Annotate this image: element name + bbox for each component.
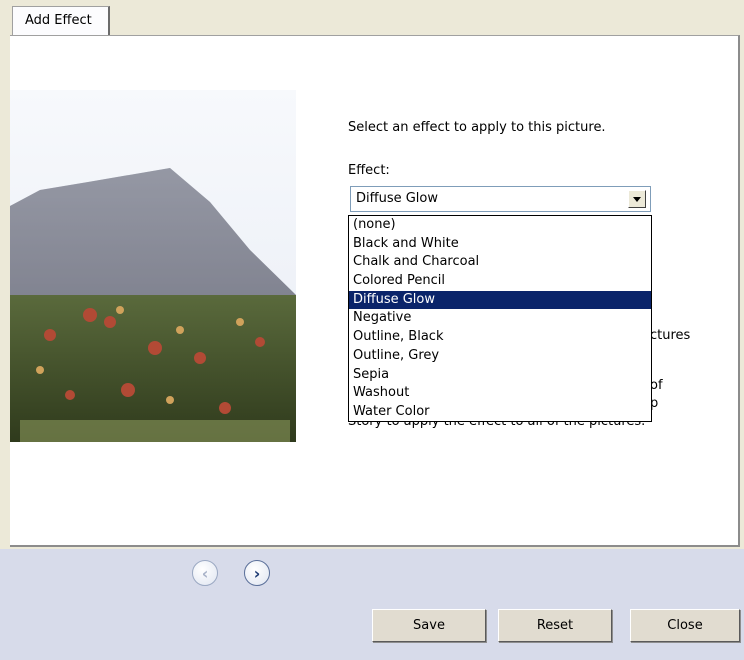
dropdown-option[interactable]: Chalk and Charcoal (349, 253, 651, 272)
partial-description-text: ctures (650, 328, 691, 343)
dropdown-option[interactable]: Black and White (349, 235, 651, 254)
dropdown-option[interactable]: Washout (349, 384, 651, 403)
effect-label: Effect: (348, 163, 390, 178)
reset-button-label: Reset (536, 618, 574, 633)
chevron-down-icon[interactable] (628, 190, 646, 208)
tab-label: Add Effect (25, 13, 92, 28)
dropdown-option[interactable]: Water Color (349, 403, 651, 422)
close-button[interactable]: Close (630, 609, 740, 642)
tab-strip (0, 0, 744, 36)
dropdown-option[interactable]: Colored Pencil (349, 272, 651, 291)
reset-button[interactable]: Reset (498, 609, 612, 642)
dropdown-option-selected[interactable]: Diffuse Glow (349, 290, 651, 310)
dropdown-option[interactable]: Negative (349, 309, 651, 328)
effect-dropdown-value: Diffuse Glow (356, 191, 438, 206)
dropdown-option[interactable]: Outline, Grey (349, 347, 651, 366)
chevron-right-icon: › (253, 563, 261, 583)
previous-picture-button[interactable]: ‹ (192, 560, 218, 586)
effect-dropdown-list[interactable]: (none) Black and White Chalk and Charcoa… (348, 215, 652, 422)
save-button-label: Save (413, 618, 445, 633)
effect-dropdown[interactable]: Diffuse Glow (350, 186, 651, 212)
tab-add-effect[interactable]: Add Effect (12, 6, 110, 36)
dropdown-option[interactable]: Outline, Black (349, 328, 651, 347)
instruction-text: Select an effect to apply to this pictur… (348, 120, 606, 135)
close-button-label: Close (667, 618, 703, 633)
picture-preview (10, 90, 296, 442)
chevron-left-icon: ‹ (201, 563, 209, 583)
save-button[interactable]: Save (372, 609, 486, 642)
footer-area (0, 549, 744, 660)
dropdown-option[interactable]: (none) (349, 216, 651, 235)
dropdown-option[interactable]: Sepia (349, 366, 651, 385)
next-picture-button[interactable]: › (244, 560, 270, 586)
